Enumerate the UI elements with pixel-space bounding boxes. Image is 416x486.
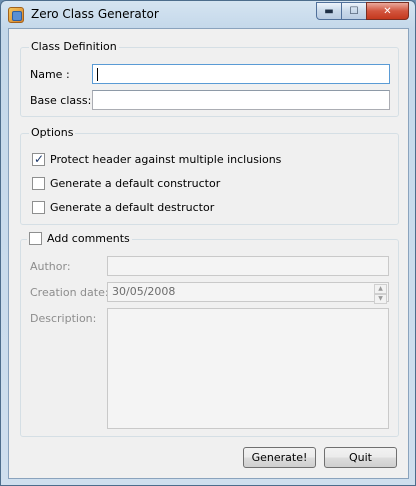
close-button[interactable]: ✕ <box>366 2 409 20</box>
default-destructor-label: Generate a default destructor <box>50 201 215 214</box>
default-constructor-label: Generate a default constructor <box>50 177 221 190</box>
caption-buttons: ▬ ☐ ✕ <box>316 2 409 20</box>
description-field[interactable] <box>107 308 389 429</box>
class-definition-group: Class Definition Name : Base class: <box>20 40 399 117</box>
creation-date-field[interactable]: 30/05/2008 ▲ ▼ <box>107 282 389 304</box>
default-destructor-checkbox[interactable] <box>32 201 45 214</box>
minimize-button[interactable]: ▬ <box>316 2 342 20</box>
creation-date-label: Creation date: <box>30 286 109 299</box>
class-generator-icon <box>8 7 24 23</box>
add-comments-checkbox[interactable] <box>29 232 42 245</box>
base-class-field[interactable] <box>92 90 390 110</box>
title-bar[interactable]: Zero Class Generator ▬ ☐ ✕ <box>1 1 415 29</box>
default-constructor-checkbox[interactable] <box>32 177 45 190</box>
options-title: Options <box>29 126 76 139</box>
minimize-icon: ▬ <box>324 5 334 17</box>
protect-header-label: Protect header against multiple inclusio… <box>50 153 282 166</box>
date-spinner[interactable]: ▲ ▼ <box>374 284 387 304</box>
base-class-label: Base class: <box>30 94 92 107</box>
name-label: Name : <box>30 68 70 81</box>
close-icon: ✕ <box>383 5 392 17</box>
maximize-button[interactable]: ☐ <box>341 2 367 20</box>
protect-header-checkbox[interactable]: ✓ <box>32 152 45 166</box>
window-title: Zero Class Generator <box>31 7 159 21</box>
generate-button[interactable]: Generate! <box>243 447 316 468</box>
app-window: Zero Class Generator ▬ ☐ ✕ Class Definit… <box>0 0 416 486</box>
author-label: Author: <box>30 260 71 273</box>
add-comments-toggle[interactable]: Add comments <box>27 232 132 245</box>
description-label: Description: <box>30 312 97 325</box>
add-comments-label: Add comments <box>47 232 130 245</box>
name-field[interactable] <box>92 64 390 84</box>
check-icon: ✓ <box>34 152 45 166</box>
creation-date-value: 30/05/2008 <box>112 285 176 298</box>
spin-down-icon[interactable]: ▼ <box>374 294 387 304</box>
text-caret <box>97 68 98 81</box>
quit-button[interactable]: Quit <box>324 447 397 468</box>
comments-group: Add comments Author: Creation date: 30/0… <box>20 232 399 437</box>
options-group: Options ✓ Protect header against multipl… <box>20 126 399 225</box>
dialog-body: Class Definition Name : Base class: Opti… <box>8 28 409 479</box>
class-definition-title: Class Definition <box>29 40 119 53</box>
author-field[interactable] <box>107 256 389 276</box>
maximize-icon: ☐ <box>349 5 359 17</box>
spin-up-icon[interactable]: ▲ <box>374 284 387 294</box>
